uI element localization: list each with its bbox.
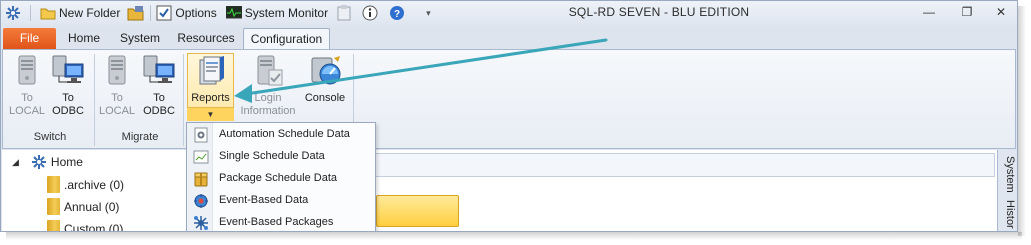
switch-to-odbc-label-2: ODBC bbox=[52, 105, 84, 117]
main-content: ◢ Home .archive (0) Annual (0) Custom (0… bbox=[2, 150, 1017, 232]
menu-item-single-schedule-data[interactable]: Single Schedule Data bbox=[187, 146, 375, 168]
application-window: New Folder Options System Monitor ? ▾ SQ… bbox=[0, 0, 1018, 232]
collapse-toggle-icon[interactable]: ◢ bbox=[12, 157, 19, 168]
login-information-button[interactable]: Login Information bbox=[237, 54, 299, 118]
menu-item-event-based-packages[interactable]: Event-Based Packages bbox=[187, 212, 375, 231]
title-bar: New Folder Options System Monitor ? ▾ SQ… bbox=[1, 1, 1017, 25]
switch-to-local-label-2: LOCAL bbox=[8, 105, 46, 117]
reports-label: Reports bbox=[191, 92, 230, 104]
folder-icon bbox=[47, 176, 60, 193]
odbc-network-icon bbox=[142, 54, 176, 88]
home-icon bbox=[31, 154, 47, 170]
window-shadow bbox=[1018, 6, 1026, 236]
console-label: Console bbox=[304, 92, 346, 104]
server-local-icon bbox=[11, 54, 43, 88]
migrate-to-odbc-label-2: ODBC bbox=[143, 105, 175, 117]
reports-dropdown-menu: Automation Schedule Data Single Schedule… bbox=[186, 122, 376, 231]
switch-to-local-button[interactable]: To LOCAL bbox=[8, 54, 46, 118]
login-server-icon bbox=[252, 54, 284, 88]
switch-to-odbc-label-1: To bbox=[62, 92, 74, 104]
reports-icon bbox=[196, 54, 226, 88]
ribbon-panel: To LOCAL To ODBC Switch To LOCAL To ODBC bbox=[2, 49, 1016, 149]
tab-file[interactable]: File bbox=[3, 28, 56, 49]
reports-button[interactable]: Reports bbox=[187, 54, 234, 105]
switch-to-local-label-1: To bbox=[21, 92, 33, 104]
event-icon bbox=[193, 193, 209, 209]
folder-icon bbox=[47, 198, 60, 215]
new-folder-icon[interactable] bbox=[40, 6, 56, 20]
group-label-migrate: Migrate bbox=[121, 131, 159, 143]
menu-item-automation-schedule-data[interactable]: Automation Schedule Data bbox=[187, 124, 375, 146]
tree-item-label: .archive (0) bbox=[64, 177, 125, 192]
console-button[interactable]: Console bbox=[301, 54, 349, 105]
folder-tools-icon[interactable] bbox=[127, 5, 145, 21]
menu-item-label: Event-Based Data bbox=[219, 194, 309, 206]
migrate-to-odbc-label-1: To bbox=[153, 92, 165, 104]
selected-item-bar[interactable] bbox=[376, 195, 459, 227]
tab-system-side[interactable]: System bbox=[1000, 156, 1016, 193]
odbc-network-icon bbox=[51, 54, 85, 88]
migrate-to-local-label-2: LOCAL bbox=[98, 105, 136, 117]
tree-item[interactable]: .archive (0) bbox=[47, 176, 124, 193]
window-shadow bbox=[6, 232, 1022, 240]
folder-icon bbox=[47, 220, 60, 231]
migrate-to-local-label-1: To bbox=[111, 92, 123, 104]
app-menu-icon[interactable] bbox=[5, 5, 21, 21]
group-separator bbox=[183, 54, 184, 146]
group-separator bbox=[94, 54, 95, 146]
menu-item-label: Package Schedule Data bbox=[219, 172, 338, 184]
migrate-to-odbc-button[interactable]: To ODBC bbox=[139, 54, 179, 118]
menu-item-label: Automation Schedule Data bbox=[219, 128, 350, 140]
tree-item-label: Annual (0) bbox=[64, 199, 120, 214]
tab-history-side[interactable]: Histor bbox=[1000, 200, 1016, 229]
console-icon bbox=[308, 54, 342, 88]
menu-item-package-schedule-data[interactable]: Package Schedule Data bbox=[187, 168, 375, 190]
group-label-switch: Switch bbox=[33, 131, 67, 143]
login-label-1: Login bbox=[254, 92, 282, 104]
menu-item-label: Event-Based Packages bbox=[219, 216, 334, 228]
new-folder-button[interactable]: New Folder bbox=[59, 6, 120, 20]
restore-button[interactable]: ❐ bbox=[957, 4, 977, 20]
reports-dropdown-arrow[interactable]: ▼ bbox=[187, 107, 234, 121]
tab-configuration[interactable]: Configuration bbox=[243, 28, 330, 49]
tree-item[interactable]: Custom (0) bbox=[47, 220, 124, 232]
minimize-button[interactable]: — bbox=[919, 4, 939, 20]
close-button[interactable]: ✕ bbox=[991, 4, 1011, 20]
content-header bbox=[375, 153, 995, 177]
menu-item-label: Single Schedule Data bbox=[219, 150, 325, 162]
separator bbox=[30, 5, 31, 21]
tab-home[interactable]: Home bbox=[61, 28, 107, 49]
login-label-2: Information bbox=[240, 105, 296, 117]
tab-resources[interactable]: Resources bbox=[173, 28, 239, 49]
tree-root[interactable]: ◢ Home bbox=[12, 154, 83, 170]
package-icon bbox=[193, 171, 209, 187]
event-package-icon bbox=[193, 215, 209, 231]
tree-root-label: Home bbox=[50, 155, 83, 169]
side-panel: System Histor bbox=[997, 150, 1017, 231]
server-local-icon bbox=[101, 54, 133, 88]
migrate-to-local-button[interactable]: To LOCAL bbox=[98, 54, 136, 118]
tab-system[interactable]: System bbox=[113, 28, 167, 49]
menu-item-event-based-data[interactable]: Event-Based Data bbox=[187, 190, 375, 212]
chart-icon bbox=[193, 149, 209, 165]
tree-item-label: Custom (0) bbox=[64, 221, 124, 232]
window-title: SQL-RD SEVEN - BLU EDITION bbox=[568, 5, 750, 19]
automation-icon bbox=[193, 127, 209, 143]
ribbon-tab-row: File Home System Resources Configuration bbox=[1, 26, 1017, 49]
switch-to-odbc-button[interactable]: To ODBC bbox=[48, 54, 88, 118]
tree-item[interactable]: Annual (0) bbox=[47, 198, 119, 215]
